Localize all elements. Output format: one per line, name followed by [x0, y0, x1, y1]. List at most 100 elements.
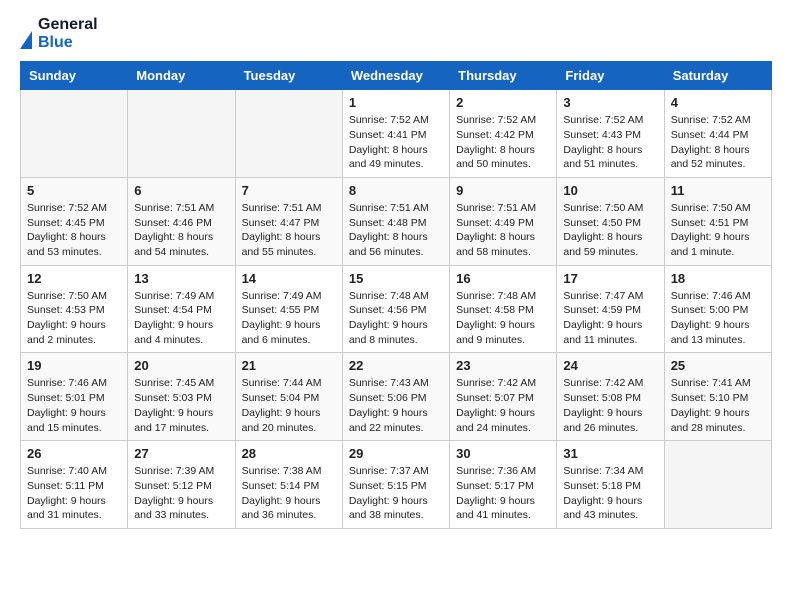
sunrise-text: Sunrise: 7:51 AM [134, 202, 214, 214]
calendar-cell: 4 Sunrise: 7:52 AM Sunset: 4:44 PM Dayli… [664, 90, 771, 178]
logo-blue-text: Blue [38, 34, 98, 52]
day-info: Sunrise: 7:50 AM Sunset: 4:50 PM Dayligh… [563, 201, 657, 260]
daylight-text: Daylight: 9 hours and 28 minutes. [671, 407, 750, 434]
daylight-text: Daylight: 9 hours and 6 minutes. [242, 319, 321, 346]
day-info: Sunrise: 7:38 AM Sunset: 5:14 PM Dayligh… [242, 464, 336, 523]
calendar-cell: 29 Sunrise: 7:37 AM Sunset: 5:15 PM Dayl… [342, 441, 449, 529]
day-number: 8 [349, 183, 443, 198]
sunrise-text: Sunrise: 7:37 AM [349, 465, 429, 477]
calendar-cell: 30 Sunrise: 7:36 AM Sunset: 5:17 PM Dayl… [450, 441, 557, 529]
page-header: General Blue General Blue [20, 16, 772, 51]
calendar-cell: 10 Sunrise: 7:50 AM Sunset: 4:50 PM Dayl… [557, 177, 664, 265]
logo: General Blue General Blue [20, 16, 98, 51]
day-info: Sunrise: 7:37 AM Sunset: 5:15 PM Dayligh… [349, 464, 443, 523]
calendar-week-row: 26 Sunrise: 7:40 AM Sunset: 5:11 PM Dayl… [21, 441, 772, 529]
day-info: Sunrise: 7:51 AM Sunset: 4:47 PM Dayligh… [242, 201, 336, 260]
sunset-text: Sunset: 4:42 PM [456, 129, 534, 141]
sunrise-text: Sunrise: 7:46 AM [671, 290, 751, 302]
sunset-text: Sunset: 4:47 PM [242, 217, 320, 229]
day-info: Sunrise: 7:34 AM Sunset: 5:18 PM Dayligh… [563, 464, 657, 523]
calendar-week-row: 19 Sunrise: 7:46 AM Sunset: 5:01 PM Dayl… [21, 353, 772, 441]
sunset-text: Sunset: 4:51 PM [671, 217, 749, 229]
day-info: Sunrise: 7:44 AM Sunset: 5:04 PM Dayligh… [242, 376, 336, 435]
day-number: 20 [134, 358, 228, 373]
calendar-cell: 7 Sunrise: 7:51 AM Sunset: 4:47 PM Dayli… [235, 177, 342, 265]
sunrise-text: Sunrise: 7:48 AM [349, 290, 429, 302]
sunrise-text: Sunrise: 7:52 AM [671, 114, 751, 126]
daylight-text: Daylight: 9 hours and 31 minutes. [27, 495, 106, 522]
sunset-text: Sunset: 5:06 PM [349, 392, 427, 404]
day-info: Sunrise: 7:48 AM Sunset: 4:56 PM Dayligh… [349, 289, 443, 348]
weekday-header: Tuesday [235, 62, 342, 90]
sunset-text: Sunset: 5:10 PM [671, 392, 749, 404]
calendar-cell: 24 Sunrise: 7:42 AM Sunset: 5:08 PM Dayl… [557, 353, 664, 441]
day-info: Sunrise: 7:36 AM Sunset: 5:17 PM Dayligh… [456, 464, 550, 523]
day-info: Sunrise: 7:42 AM Sunset: 5:07 PM Dayligh… [456, 376, 550, 435]
day-info: Sunrise: 7:41 AM Sunset: 5:10 PM Dayligh… [671, 376, 765, 435]
calendar-week-row: 5 Sunrise: 7:52 AM Sunset: 4:45 PM Dayli… [21, 177, 772, 265]
day-number: 27 [134, 446, 228, 461]
daylight-text: Daylight: 9 hours and 41 minutes. [456, 495, 535, 522]
sunrise-text: Sunrise: 7:42 AM [563, 377, 643, 389]
daylight-text: Daylight: 8 hours and 50 minutes. [456, 144, 535, 171]
day-info: Sunrise: 7:49 AM Sunset: 4:55 PM Dayligh… [242, 289, 336, 348]
day-info: Sunrise: 7:51 AM Sunset: 4:46 PM Dayligh… [134, 201, 228, 260]
daylight-text: Daylight: 9 hours and 11 minutes. [563, 319, 642, 346]
calendar-cell: 28 Sunrise: 7:38 AM Sunset: 5:14 PM Dayl… [235, 441, 342, 529]
daylight-text: Daylight: 9 hours and 43 minutes. [563, 495, 642, 522]
sunset-text: Sunset: 4:53 PM [27, 304, 105, 316]
calendar-cell [235, 90, 342, 178]
daylight-text: Daylight: 8 hours and 56 minutes. [349, 231, 428, 258]
calendar-cell: 12 Sunrise: 7:50 AM Sunset: 4:53 PM Dayl… [21, 265, 128, 353]
calendar-cell: 19 Sunrise: 7:46 AM Sunset: 5:01 PM Dayl… [21, 353, 128, 441]
day-number: 25 [671, 358, 765, 373]
sunset-text: Sunset: 5:03 PM [134, 392, 212, 404]
weekday-header: Saturday [664, 62, 771, 90]
day-number: 10 [563, 183, 657, 198]
sunrise-text: Sunrise: 7:52 AM [563, 114, 643, 126]
calendar-cell: 6 Sunrise: 7:51 AM Sunset: 4:46 PM Dayli… [128, 177, 235, 265]
day-info: Sunrise: 7:52 AM Sunset: 4:43 PM Dayligh… [563, 113, 657, 172]
sunrise-text: Sunrise: 7:39 AM [134, 465, 214, 477]
day-number: 2 [456, 95, 550, 110]
sunrise-text: Sunrise: 7:34 AM [563, 465, 643, 477]
weekday-header: Wednesday [342, 62, 449, 90]
daylight-text: Daylight: 9 hours and 13 minutes. [671, 319, 750, 346]
day-info: Sunrise: 7:39 AM Sunset: 5:12 PM Dayligh… [134, 464, 228, 523]
sunrise-text: Sunrise: 7:44 AM [242, 377, 322, 389]
day-number: 6 [134, 183, 228, 198]
sunrise-text: Sunrise: 7:49 AM [134, 290, 214, 302]
daylight-text: Daylight: 9 hours and 33 minutes. [134, 495, 213, 522]
calendar-cell: 15 Sunrise: 7:48 AM Sunset: 4:56 PM Dayl… [342, 265, 449, 353]
calendar-cell: 11 Sunrise: 7:50 AM Sunset: 4:51 PM Dayl… [664, 177, 771, 265]
daylight-text: Daylight: 9 hours and 17 minutes. [134, 407, 213, 434]
day-info: Sunrise: 7:51 AM Sunset: 4:48 PM Dayligh… [349, 201, 443, 260]
weekday-header: Sunday [21, 62, 128, 90]
sunset-text: Sunset: 4:44 PM [671, 129, 749, 141]
calendar-cell: 8 Sunrise: 7:51 AM Sunset: 4:48 PM Dayli… [342, 177, 449, 265]
day-number: 15 [349, 271, 443, 286]
day-info: Sunrise: 7:52 AM Sunset: 4:45 PM Dayligh… [27, 201, 121, 260]
sunrise-text: Sunrise: 7:52 AM [27, 202, 107, 214]
sunset-text: Sunset: 4:59 PM [563, 304, 641, 316]
calendar-cell: 3 Sunrise: 7:52 AM Sunset: 4:43 PM Dayli… [557, 90, 664, 178]
calendar-cell: 27 Sunrise: 7:39 AM Sunset: 5:12 PM Dayl… [128, 441, 235, 529]
day-number: 19 [27, 358, 121, 373]
day-info: Sunrise: 7:50 AM Sunset: 4:51 PM Dayligh… [671, 201, 765, 260]
daylight-text: Daylight: 9 hours and 4 minutes. [134, 319, 213, 346]
calendar-cell: 1 Sunrise: 7:52 AM Sunset: 4:41 PM Dayli… [342, 90, 449, 178]
calendar-cell: 13 Sunrise: 7:49 AM Sunset: 4:54 PM Dayl… [128, 265, 235, 353]
daylight-text: Daylight: 9 hours and 2 minutes. [27, 319, 106, 346]
day-number: 13 [134, 271, 228, 286]
daylight-text: Daylight: 9 hours and 36 minutes. [242, 495, 321, 522]
day-number: 26 [27, 446, 121, 461]
calendar-cell: 21 Sunrise: 7:44 AM Sunset: 5:04 PM Dayl… [235, 353, 342, 441]
weekday-header: Monday [128, 62, 235, 90]
sunset-text: Sunset: 5:07 PM [456, 392, 534, 404]
calendar-header-row: SundayMondayTuesdayWednesdayThursdayFrid… [21, 62, 772, 90]
day-info: Sunrise: 7:52 AM Sunset: 4:41 PM Dayligh… [349, 113, 443, 172]
calendar-cell: 26 Sunrise: 7:40 AM Sunset: 5:11 PM Dayl… [21, 441, 128, 529]
sunset-text: Sunset: 5:15 PM [349, 480, 427, 492]
weekday-header: Thursday [450, 62, 557, 90]
sunset-text: Sunset: 5:08 PM [563, 392, 641, 404]
